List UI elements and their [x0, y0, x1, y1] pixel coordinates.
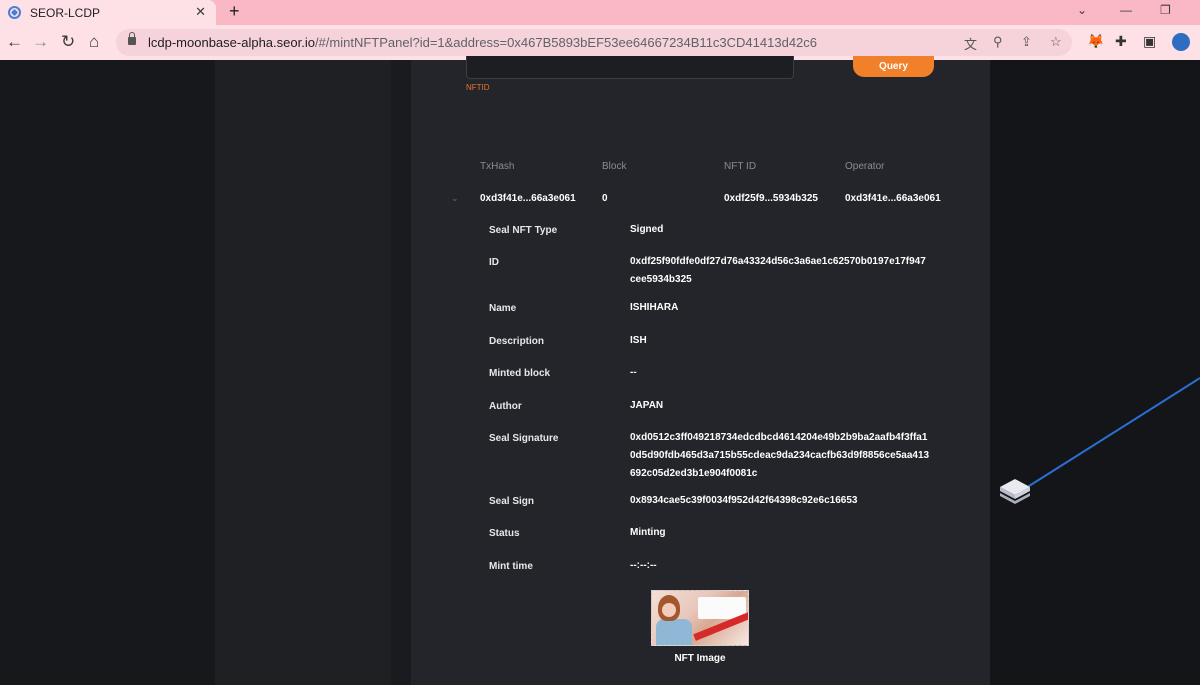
extensions-puzzle-icon[interactable]: ✚	[1115, 33, 1127, 50]
detail-label-author: Author	[489, 401, 522, 412]
detail-label-description: Description	[489, 336, 545, 347]
cell-block: 0	[602, 193, 608, 204]
nftid-input[interactable]	[466, 56, 794, 79]
detail-label-id: ID	[489, 257, 499, 268]
bookmark-star-icon[interactable]: ☆	[1050, 34, 1062, 50]
home-icon[interactable]: ⌂	[89, 32, 99, 52]
detail-label-mint-time: Mint time	[489, 561, 533, 572]
detail-value-id: 0xdf25f90fdfe0df27d76a43324d56c3a6ae1c62…	[630, 256, 926, 285]
column-gap	[391, 60, 411, 685]
detail-value-mint-time: --:--:--	[630, 560, 657, 571]
url-text[interactable]: lcdp-moonbase-alpha.seor.io/#/mintNFTPan…	[148, 35, 817, 50]
profile-avatar[interactable]	[1172, 33, 1190, 51]
mint-nft-panel: Query NFTID TxHash Block NFT ID Operator…	[411, 56, 990, 685]
tab-close-icon[interactable]: ✕	[195, 4, 206, 20]
row-expand-chevron-icon[interactable]: ⌄	[451, 193, 459, 204]
detail-value-description: ISH	[630, 335, 647, 346]
tab-title: SEOR-LCDP	[30, 5, 101, 20]
tab-search-icon[interactable]: ⌄	[1077, 3, 1087, 17]
column-header-txhash[interactable]: TxHash	[480, 161, 514, 172]
cell-operator[interactable]: 0xd3f41e...66a3e061	[845, 193, 941, 204]
lock-icon[interactable]	[128, 32, 136, 45]
detail-label-seal-signature: Seal Signature	[489, 433, 559, 444]
detail-label-status: Status	[489, 528, 520, 539]
detail-value-seal-sign: 0x8934cae5c39f0034f952d42f64398c92e6c166…	[630, 495, 858, 506]
detail-label-minted-block: Minted block	[489, 368, 551, 379]
cell-nft-id[interactable]: 0xdf25f9...5934b325	[724, 193, 818, 204]
left-sidebar	[215, 60, 391, 685]
detail-label-seal-sign: Seal Sign	[489, 496, 535, 507]
network-node-icon	[1000, 479, 1030, 504]
detail-value-status: Minting	[630, 527, 666, 538]
column-header-operator[interactable]: Operator	[845, 161, 884, 172]
browser-tab[interactable]: SEOR-LCDP ✕	[0, 0, 216, 25]
detail-label-seal-nft-type: Seal NFT Type	[489, 225, 558, 236]
translate-icon[interactable]: 文	[964, 34, 977, 53]
nftid-label: NFTID	[466, 83, 490, 92]
detail-value-author: JAPAN	[630, 400, 664, 411]
site-favicon-icon	[8, 6, 21, 19]
nft-image-caption: NFT Image	[674, 653, 726, 664]
back-icon[interactable]: ←	[6, 32, 23, 52]
new-tab-button[interactable]: +	[229, 1, 240, 22]
metamask-fox-icon[interactable]: 🦊	[1087, 33, 1104, 50]
detail-value-seal-signature: 0xd0512c3ff049218734edcdbcd4614204e49b2b…	[630, 432, 930, 479]
detail-value-minted-block: --	[630, 367, 637, 378]
cell-txhash[interactable]: 0xd3f41e...66a3e061	[480, 193, 576, 204]
detail-value-seal-nft-type: Signed	[630, 224, 664, 235]
share-icon[interactable]: ⇪	[1021, 34, 1032, 50]
browser-tab-bar: SEOR-LCDP ✕ + ⌄ — ❐	[0, 0, 1200, 25]
restore-icon[interactable]: ❐	[1160, 3, 1171, 17]
minimize-icon[interactable]: —	[1120, 3, 1132, 17]
detail-label-name: Name	[489, 303, 517, 314]
network-line-decoration	[1017, 377, 1200, 494]
reload-icon[interactable]: ↻	[61, 32, 75, 52]
page-content: Query NFTID TxHash Block NFT ID Operator…	[0, 56, 1200, 685]
zoom-icon[interactable]: ⚲	[993, 34, 1003, 50]
column-header-block[interactable]: Block	[602, 161, 626, 172]
nft-image[interactable]	[651, 590, 749, 646]
query-button[interactable]: Query	[853, 56, 934, 77]
side-panel-icon[interactable]: ▣	[1143, 33, 1156, 50]
forward-icon[interactable]: →	[32, 32, 49, 52]
browser-toolbar: ← → ↻ ⌂ lcdp-moonbase-alpha.seor.io/#/mi…	[0, 25, 1200, 60]
column-header-nft-id[interactable]: NFT ID	[724, 161, 756, 172]
address-bar[interactable]: lcdp-moonbase-alpha.seor.io/#/mintNFTPan…	[116, 29, 1072, 56]
detail-value-name: ISHIHARA	[630, 302, 679, 313]
